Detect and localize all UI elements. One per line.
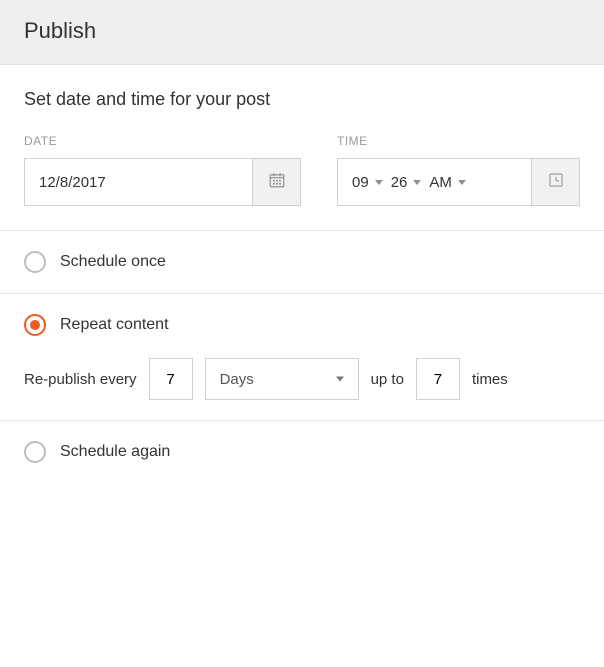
chevron-down-icon bbox=[413, 180, 421, 185]
date-input-group bbox=[24, 158, 301, 206]
time-hour-select[interactable]: 09 bbox=[350, 170, 385, 195]
radio-schedule-again[interactable]: Schedule again bbox=[24, 441, 580, 463]
radio-label: Repeat content bbox=[60, 316, 169, 334]
times-label: times bbox=[472, 371, 508, 388]
clock-icon bbox=[547, 171, 565, 194]
clock-button[interactable] bbox=[531, 159, 579, 205]
radio-icon-selected bbox=[24, 314, 46, 336]
section-title: Set date and time for your post bbox=[24, 89, 580, 110]
chevron-down-icon bbox=[458, 180, 466, 185]
chevron-down-icon bbox=[336, 377, 344, 382]
republish-count-input[interactable] bbox=[416, 358, 460, 400]
time-minute-value: 26 bbox=[391, 174, 408, 191]
republish-prefix: Re-publish every bbox=[24, 371, 137, 388]
option-repeat-content: Repeat content Re-publish every Days up … bbox=[0, 294, 604, 421]
time-input-group: 09 26 AM bbox=[337, 158, 580, 206]
time-minute-select[interactable]: 26 bbox=[389, 170, 424, 195]
date-input[interactable] bbox=[25, 159, 252, 205]
option-schedule-again: Schedule again bbox=[0, 421, 604, 483]
radio-label: Schedule once bbox=[60, 253, 166, 271]
radio-icon bbox=[24, 251, 46, 273]
radio-repeat-content[interactable]: Repeat content bbox=[24, 314, 580, 336]
radio-icon bbox=[24, 441, 46, 463]
time-hour-value: 09 bbox=[352, 174, 369, 191]
dialog-header: Publish bbox=[0, 0, 604, 65]
republish-unit-value: Days bbox=[220, 371, 254, 388]
time-field: TIME 09 26 AM bbox=[337, 134, 580, 206]
date-field: DATE bbox=[24, 134, 301, 206]
time-selects: 09 26 AM bbox=[338, 159, 531, 205]
time-period-select[interactable]: AM bbox=[427, 170, 468, 195]
datetime-row: DATE bbox=[24, 134, 580, 206]
datetime-section: Set date and time for your post DATE bbox=[0, 65, 604, 230]
option-schedule-once: Schedule once bbox=[0, 231, 604, 294]
radio-schedule-once[interactable]: Schedule once bbox=[24, 251, 580, 273]
schedule-options: Schedule once Repeat content Re-publish … bbox=[0, 230, 604, 483]
time-period-value: AM bbox=[429, 174, 452, 191]
republish-interval-input[interactable] bbox=[149, 358, 193, 400]
repeat-controls: Re-publish every Days up to times bbox=[24, 358, 580, 400]
calendar-icon bbox=[268, 171, 286, 194]
radio-label: Schedule again bbox=[60, 443, 170, 461]
upto-label: up to bbox=[371, 371, 404, 388]
chevron-down-icon bbox=[375, 180, 383, 185]
dialog-title: Publish bbox=[24, 18, 580, 44]
calendar-button[interactable] bbox=[252, 159, 300, 205]
republish-unit-select[interactable]: Days bbox=[205, 358, 359, 400]
time-label: TIME bbox=[337, 134, 580, 148]
radio-inner-dot bbox=[30, 320, 40, 330]
date-label: DATE bbox=[24, 134, 301, 148]
